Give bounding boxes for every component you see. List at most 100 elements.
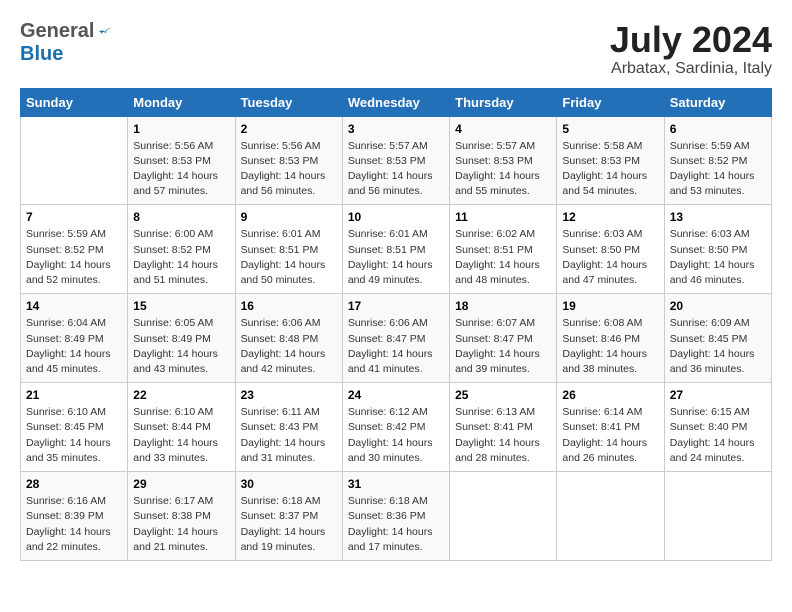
day-number: 13 <box>670 210 766 224</box>
day-cell: 13Sunrise: 6:03 AM Sunset: 8:50 PM Dayli… <box>664 205 771 294</box>
day-number: 23 <box>241 388 337 402</box>
day-info: Sunrise: 6:10 AM Sunset: 8:45 PM Dayligh… <box>26 405 122 466</box>
day-cell: 14Sunrise: 6:04 AM Sunset: 8:49 PM Dayli… <box>21 294 128 383</box>
day-cell: 31 Sunrise: 6:18 AM Sunset: 8:36 PM Dayli… <box>342 472 449 561</box>
day-number: 24 <box>348 388 444 402</box>
day-info: Sunrise: 5:59 AM Sunset: 8:52 PM Dayligh… <box>670 139 766 200</box>
column-header-wednesday: Wednesday <box>342 88 449 116</box>
day-number: 16 <box>241 299 337 313</box>
day-cell: 29 Sunrise: 6:17 AM Sunset: 8:38 PM Dayli… <box>128 472 235 561</box>
column-header-saturday: Saturday <box>664 88 771 116</box>
day-number: 10 <box>348 210 444 224</box>
day-cell: 22 Sunrise: 6:10 AM Sunset: 8:44 PM Dayli… <box>128 383 235 472</box>
day-cell <box>557 472 664 561</box>
day-info: Sunrise: 5:59 AM Sunset: 8:52 PM Dayligh… <box>26 227 122 288</box>
column-header-thursday: Thursday <box>450 88 557 116</box>
day-cell: 25Sunrise: 6:13 AM Sunset: 8:41 PM Dayli… <box>450 383 557 472</box>
day-number: 2 <box>241 122 337 136</box>
day-info: Sunrise: 6:14 AM Sunset: 8:41 PM Dayligh… <box>562 405 658 466</box>
day-number: 31 <box>348 477 444 491</box>
day-number: 1 <box>133 122 229 136</box>
day-cell: 10 Sunrise: 6:01 AM Sunset: 8:51 PM Dayli… <box>342 205 449 294</box>
day-number: 17 <box>348 299 444 313</box>
week-row-2: 7 Sunrise: 5:59 AM Sunset: 8:52 PM Daylig… <box>21 205 772 294</box>
column-header-sunday: Sunday <box>21 88 128 116</box>
header-row: SundayMondayTuesdayWednesdayThursdayFrid… <box>21 88 772 116</box>
day-cell: 8 Sunrise: 6:00 AM Sunset: 8:52 PM Daylig… <box>128 205 235 294</box>
day-number: 25 <box>455 388 551 402</box>
day-cell: 30 Sunrise: 6:18 AM Sunset: 8:37 PM Dayli… <box>235 472 342 561</box>
calendar-title: July 2024 <box>610 20 772 60</box>
day-info: Sunrise: 6:12 AM Sunset: 8:42 PM Dayligh… <box>348 405 444 466</box>
day-info: Sunrise: 6:06 AM Sunset: 8:47 PM Dayligh… <box>348 316 444 377</box>
title-area: July 2024 Arbatax, Sardinia, Italy <box>610 20 772 78</box>
day-number: 4 <box>455 122 551 136</box>
day-info: Sunrise: 5:57 AM Sunset: 8:53 PM Dayligh… <box>455 139 551 200</box>
day-info: Sunrise: 5:56 AM Sunset: 8:53 PM Dayligh… <box>133 139 229 200</box>
day-info: Sunrise: 6:01 AM Sunset: 8:51 PM Dayligh… <box>241 227 337 288</box>
logo-general: General <box>20 20 94 43</box>
day-number: 19 <box>562 299 658 313</box>
day-cell: 6 Sunrise: 5:59 AM Sunset: 8:52 PM Daylig… <box>664 116 771 205</box>
day-info: Sunrise: 5:56 AM Sunset: 8:53 PM Dayligh… <box>241 139 337 200</box>
day-cell: 9 Sunrise: 6:01 AM Sunset: 8:51 PM Daylig… <box>235 205 342 294</box>
day-cell: 16 Sunrise: 6:06 AM Sunset: 8:48 PM Dayli… <box>235 294 342 383</box>
day-cell: 27Sunrise: 6:15 AM Sunset: 8:40 PM Dayli… <box>664 383 771 472</box>
day-cell: 24 Sunrise: 6:12 AM Sunset: 8:42 PM Dayli… <box>342 383 449 472</box>
day-info: Sunrise: 5:57 AM Sunset: 8:53 PM Dayligh… <box>348 139 444 200</box>
day-number: 29 <box>133 477 229 491</box>
day-cell <box>450 472 557 561</box>
day-number: 12 <box>562 210 658 224</box>
day-info: Sunrise: 6:06 AM Sunset: 8:48 PM Dayligh… <box>241 316 337 377</box>
day-info: Sunrise: 6:03 AM Sunset: 8:50 PM Dayligh… <box>562 227 658 288</box>
column-header-friday: Friday <box>557 88 664 116</box>
logo-blue: Blue <box>20 43 63 65</box>
week-row-1: 1 Sunrise: 5:56 AM Sunset: 8:53 PM Daylig… <box>21 116 772 205</box>
calendar-subtitle: Arbatax, Sardinia, Italy <box>610 60 772 78</box>
column-header-tuesday: Tuesday <box>235 88 342 116</box>
day-info: Sunrise: 6:18 AM Sunset: 8:36 PM Dayligh… <box>348 494 444 555</box>
day-number: 30 <box>241 477 337 491</box>
day-cell: 19 Sunrise: 6:08 AM Sunset: 8:46 PM Dayli… <box>557 294 664 383</box>
day-number: 20 <box>670 299 766 313</box>
day-number: 6 <box>670 122 766 136</box>
day-info: Sunrise: 6:07 AM Sunset: 8:47 PM Dayligh… <box>455 316 551 377</box>
day-info: Sunrise: 6:04 AM Sunset: 8:49 PM Dayligh… <box>26 316 122 377</box>
day-info: Sunrise: 5:58 AM Sunset: 8:53 PM Dayligh… <box>562 139 658 200</box>
day-info: Sunrise: 6:01 AM Sunset: 8:51 PM Dayligh… <box>348 227 444 288</box>
day-info: Sunrise: 6:11 AM Sunset: 8:43 PM Dayligh… <box>241 405 337 466</box>
day-cell: 20 Sunrise: 6:09 AM Sunset: 8:45 PM Dayli… <box>664 294 771 383</box>
day-cell: 2 Sunrise: 5:56 AM Sunset: 8:53 PM Daylig… <box>235 116 342 205</box>
week-row-5: 28 Sunrise: 6:16 AM Sunset: 8:39 PM Dayli… <box>21 472 772 561</box>
week-row-4: 21Sunrise: 6:10 AM Sunset: 8:45 PM Dayli… <box>21 383 772 472</box>
day-info: Sunrise: 6:02 AM Sunset: 8:51 PM Dayligh… <box>455 227 551 288</box>
day-number: 22 <box>133 388 229 402</box>
day-cell: 1 Sunrise: 5:56 AM Sunset: 8:53 PM Daylig… <box>128 116 235 205</box>
day-info: Sunrise: 6:08 AM Sunset: 8:46 PM Dayligh… <box>562 316 658 377</box>
week-row-3: 14Sunrise: 6:04 AM Sunset: 8:49 PM Dayli… <box>21 294 772 383</box>
day-info: Sunrise: 6:09 AM Sunset: 8:45 PM Dayligh… <box>670 316 766 377</box>
logo-bird-icon <box>96 23 114 41</box>
day-info: Sunrise: 6:00 AM Sunset: 8:52 PM Dayligh… <box>133 227 229 288</box>
day-number: 9 <box>241 210 337 224</box>
day-cell <box>664 472 771 561</box>
day-info: Sunrise: 6:16 AM Sunset: 8:39 PM Dayligh… <box>26 494 122 555</box>
day-cell: 17 Sunrise: 6:06 AM Sunset: 8:47 PM Dayli… <box>342 294 449 383</box>
day-cell: 28 Sunrise: 6:16 AM Sunset: 8:39 PM Dayli… <box>21 472 128 561</box>
day-number: 18 <box>455 299 551 313</box>
day-number: 8 <box>133 210 229 224</box>
day-info: Sunrise: 6:18 AM Sunset: 8:37 PM Dayligh… <box>241 494 337 555</box>
day-cell: 3Sunrise: 5:57 AM Sunset: 8:53 PM Daylig… <box>342 116 449 205</box>
day-cell <box>21 116 128 205</box>
day-cell: 4 Sunrise: 5:57 AM Sunset: 8:53 PM Daylig… <box>450 116 557 205</box>
day-number: 28 <box>26 477 122 491</box>
day-info: Sunrise: 6:17 AM Sunset: 8:38 PM Dayligh… <box>133 494 229 555</box>
day-info: Sunrise: 6:10 AM Sunset: 8:44 PM Dayligh… <box>133 405 229 466</box>
header: General Blue July 2024 Arbatax, Sardinia… <box>20 20 772 78</box>
logo: General Blue <box>20 20 114 66</box>
day-number: 15 <box>133 299 229 313</box>
day-info: Sunrise: 6:15 AM Sunset: 8:40 PM Dayligh… <box>670 405 766 466</box>
day-cell: 7 Sunrise: 5:59 AM Sunset: 8:52 PM Daylig… <box>21 205 128 294</box>
day-number: 7 <box>26 210 122 224</box>
day-cell: 12 Sunrise: 6:03 AM Sunset: 8:50 PM Dayli… <box>557 205 664 294</box>
